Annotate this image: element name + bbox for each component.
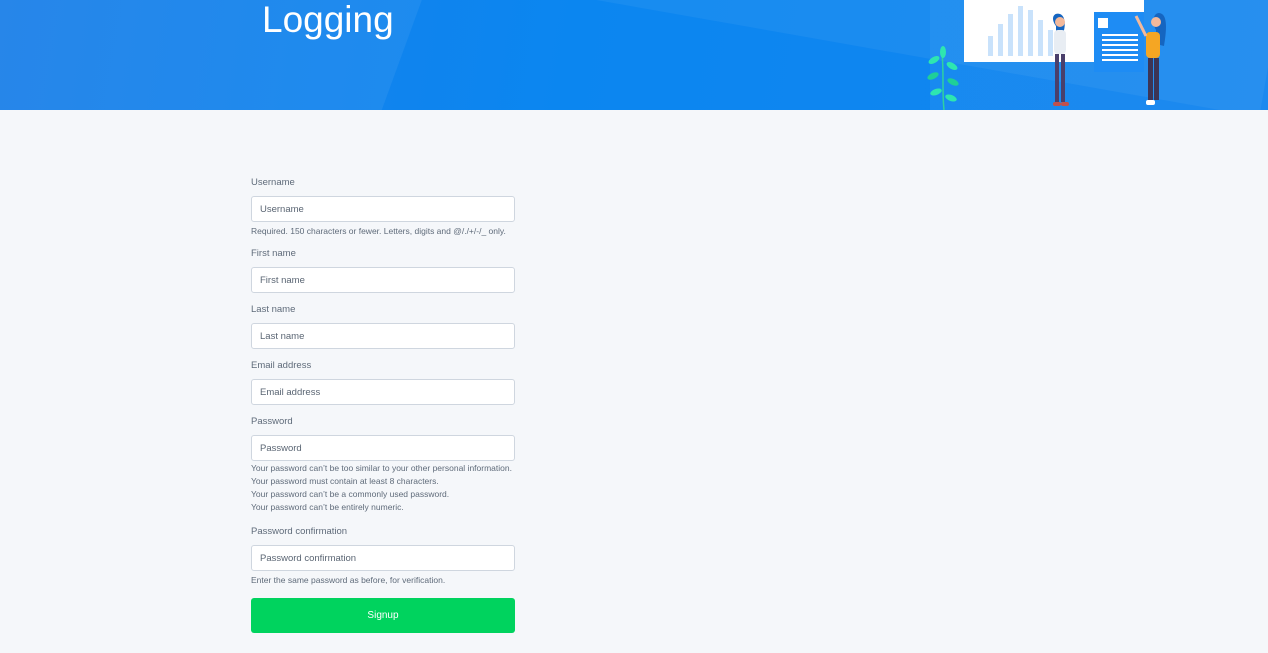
password-help-item: Your password must contain at least 8 ch…: [251, 476, 439, 486]
email-label: Email address: [251, 360, 312, 371]
email-input[interactable]: [251, 379, 515, 405]
plant-icon: [927, 46, 959, 110]
password-confirmation-label: Password confirmation: [251, 526, 348, 537]
username-label: Username: [251, 177, 295, 188]
last-name-label: Last name: [251, 304, 296, 315]
password-input[interactable]: [251, 435, 515, 461]
password-confirmation-group: Password confirmation Enter the same pas…: [251, 526, 515, 587]
password-help-item: Your password can’t be a commonly used p…: [251, 489, 450, 499]
password-help-item: Your password can’t be entirely numeric.: [251, 502, 404, 512]
password-group: Password Your password can’t be too simi…: [251, 416, 515, 514]
first-name-group: First name: [251, 248, 515, 293]
password-confirmation-help-text: Enter the same password as before, for v…: [251, 575, 446, 585]
last-name-group: Last name: [251, 304, 515, 349]
password-label: Password: [251, 416, 293, 427]
analytics-illustration: [927, 0, 1166, 110]
password-help-list: Your password can’t be too similar to yo…: [251, 462, 515, 514]
password-help-item: Your password can’t be too similar to yo…: [251, 463, 512, 473]
header-banner: Logging: [0, 0, 1268, 110]
password-confirmation-input[interactable]: [251, 545, 515, 571]
username-input[interactable]: [251, 196, 515, 222]
email-group: Email address: [251, 360, 515, 405]
signup-button[interactable]: Signup: [251, 598, 515, 633]
last-name-input[interactable]: [251, 323, 515, 349]
page-title: Logging: [262, 0, 394, 40]
first-name-label: First name: [251, 248, 296, 259]
first-name-input[interactable]: [251, 267, 515, 293]
username-group: Username Required. 150 characters or few…: [251, 177, 515, 238]
username-help-text: Required. 150 characters or fewer. Lette…: [251, 226, 506, 236]
